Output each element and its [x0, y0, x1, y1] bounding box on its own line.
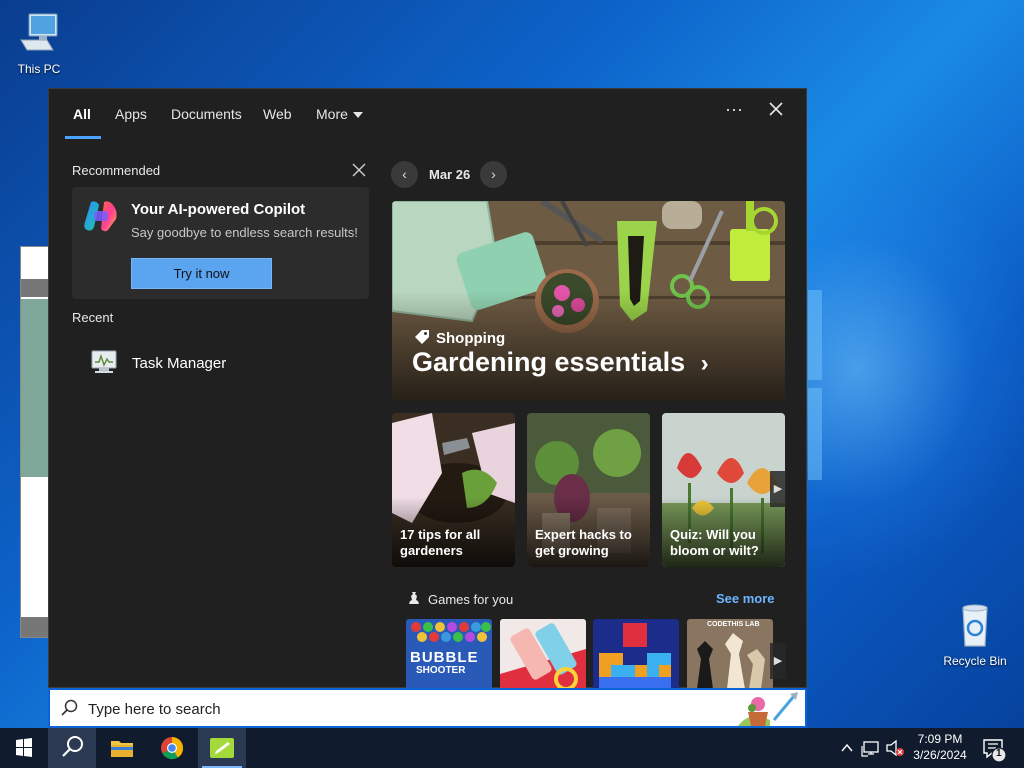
- wallpaper-window-pane: [808, 388, 822, 480]
- feed-card-hacks[interactable]: Expert hacks to get growing: [527, 413, 650, 567]
- tab-more[interactable]: More: [316, 106, 363, 122]
- search-input[interactable]: [88, 696, 648, 722]
- notification-icon: [983, 739, 1007, 763]
- copilot-card-subtitle: Say goodbye to endless search results!: [131, 225, 358, 240]
- game-tile-block-puzzle[interactable]: [593, 619, 679, 689]
- game-tile-subtitle: SHOOTER: [416, 665, 466, 676]
- copilot-logo-icon: [82, 199, 120, 233]
- windows-logo-icon: [16, 738, 32, 757]
- game-tile-brand: CODETHIS LAB: [707, 621, 760, 628]
- taskbar-search-box: [48, 688, 807, 728]
- gardening-doodle-icon[interactable]: [730, 690, 802, 731]
- taskbar-search-button[interactable]: [48, 728, 96, 768]
- date-navigator: ‹ Mar 26 ›: [391, 161, 521, 188]
- games-title: Games for you: [428, 592, 514, 607]
- tab-web[interactable]: Web: [263, 106, 292, 122]
- volume-muted-icon[interactable]: [884, 728, 906, 768]
- computer-icon: [15, 10, 63, 58]
- feed-card-caption: 17 tips for all gardeners: [400, 527, 481, 558]
- clock-time: 7:09 PM: [917, 732, 963, 746]
- feed-card-caption: Expert hacks to get growing: [535, 527, 632, 558]
- folder-icon: [111, 741, 133, 757]
- game-tile-chess[interactable]: CODETHIS LAB: [687, 619, 773, 689]
- hero-card-gardening[interactable]: Shopping Gardening essentials ›: [392, 201, 785, 401]
- chrome-icon: [161, 737, 184, 760]
- start-button[interactable]: [0, 728, 48, 768]
- copilot-card-title: Your AI-powered Copilot: [131, 201, 306, 218]
- desktop-icon-this-pc[interactable]: This PC: [1, 10, 77, 76]
- hero-title: Gardening essentials ›: [412, 347, 709, 378]
- hero-title-label: Gardening essentials: [412, 347, 686, 377]
- notification-count: 1: [996, 748, 1002, 759]
- previous-day-button[interactable]: ‹: [391, 161, 418, 188]
- recent-item-task-manager[interactable]: Task Manager: [87, 345, 337, 381]
- desktop-icon-label: This PC: [17, 62, 61, 76]
- feed-card-quiz[interactable]: Quiz: Will you bloom or wilt?: [662, 413, 785, 567]
- search-panel: All Apps Documents Web More ··· Recommen…: [48, 88, 807, 689]
- show-hidden-icons-button[interactable]: [838, 728, 856, 768]
- task-manager-icon: [89, 349, 119, 375]
- tab-documents[interactable]: Documents: [171, 106, 242, 122]
- ellipsis-icon[interactable]: ···: [720, 99, 748, 121]
- tab-apps[interactable]: Apps: [115, 106, 147, 122]
- recycle-bin-icon: [951, 602, 999, 650]
- games-next-button[interactable]: ▶: [770, 643, 786, 679]
- feed-card-caption: Quiz: Will you bloom or wilt?: [670, 527, 759, 558]
- action-center-button[interactable]: 1: [978, 728, 1012, 768]
- desktop-icon-recycle-bin[interactable]: Recycle Bin: [937, 602, 1013, 668]
- search-tabs: All Apps Documents Web More ···: [49, 89, 806, 139]
- hero-kicker: Shopping: [414, 329, 505, 349]
- cards-next-button[interactable]: ▶: [770, 471, 786, 507]
- search-icon: [60, 699, 78, 722]
- games-header: Games for you: [406, 590, 513, 609]
- chess-piece-icon: [406, 590, 422, 609]
- tab-more-label: More: [316, 106, 348, 122]
- next-day-button[interactable]: ›: [480, 161, 507, 188]
- game-tile-title: BUBBLE: [410, 649, 479, 666]
- desktop-icon-label: Recycle Bin: [943, 654, 1007, 668]
- clock[interactable]: 7:09 PM 3/26/2024: [910, 728, 970, 768]
- chevron-up-icon: [841, 743, 853, 752]
- chevron-right-icon: ›: [700, 350, 709, 377]
- recommended-title: Recommended: [72, 163, 161, 178]
- copilot-promo-card[interactable]: Your AI-powered Copilot Say goodbye to e…: [72, 187, 369, 299]
- dismiss-recommended-icon[interactable]: [352, 163, 368, 179]
- try-it-now-button[interactable]: Try it now: [131, 258, 272, 289]
- clock-date: 3/26/2024: [913, 748, 967, 762]
- search-icon: [62, 736, 83, 757]
- tab-all[interactable]: All: [73, 106, 91, 122]
- game-tile-bubble-shooter[interactable]: BUBBLE SHOOTER: [406, 619, 492, 689]
- chrome-button[interactable]: [148, 728, 196, 768]
- recent-item-label: Task Manager: [132, 355, 227, 372]
- recent-title: Recent: [72, 310, 114, 325]
- close-icon[interactable]: [762, 101, 790, 123]
- feed-date: Mar 26: [429, 167, 471, 182]
- chevron-down-icon: [352, 112, 363, 119]
- notepad-app-button[interactable]: [198, 728, 246, 768]
- background-window[interactable]: [20, 246, 51, 638]
- game-tile-2[interactable]: [500, 619, 586, 689]
- network-icon[interactable]: [860, 728, 882, 768]
- see-more-link[interactable]: See more: [716, 591, 775, 606]
- active-tab-indicator: [65, 136, 101, 139]
- file-explorer-button[interactable]: [98, 728, 146, 768]
- tag-icon: [414, 329, 430, 349]
- hero-kicker-label: Shopping: [436, 330, 506, 347]
- wallpaper-window-pane: [808, 290, 822, 380]
- notepad-app-icon: [210, 738, 234, 758]
- taskbar: 7:09 PM 3/26/2024 1: [0, 728, 1024, 768]
- feed-card-tips[interactable]: 17 tips for all gardeners: [392, 413, 515, 567]
